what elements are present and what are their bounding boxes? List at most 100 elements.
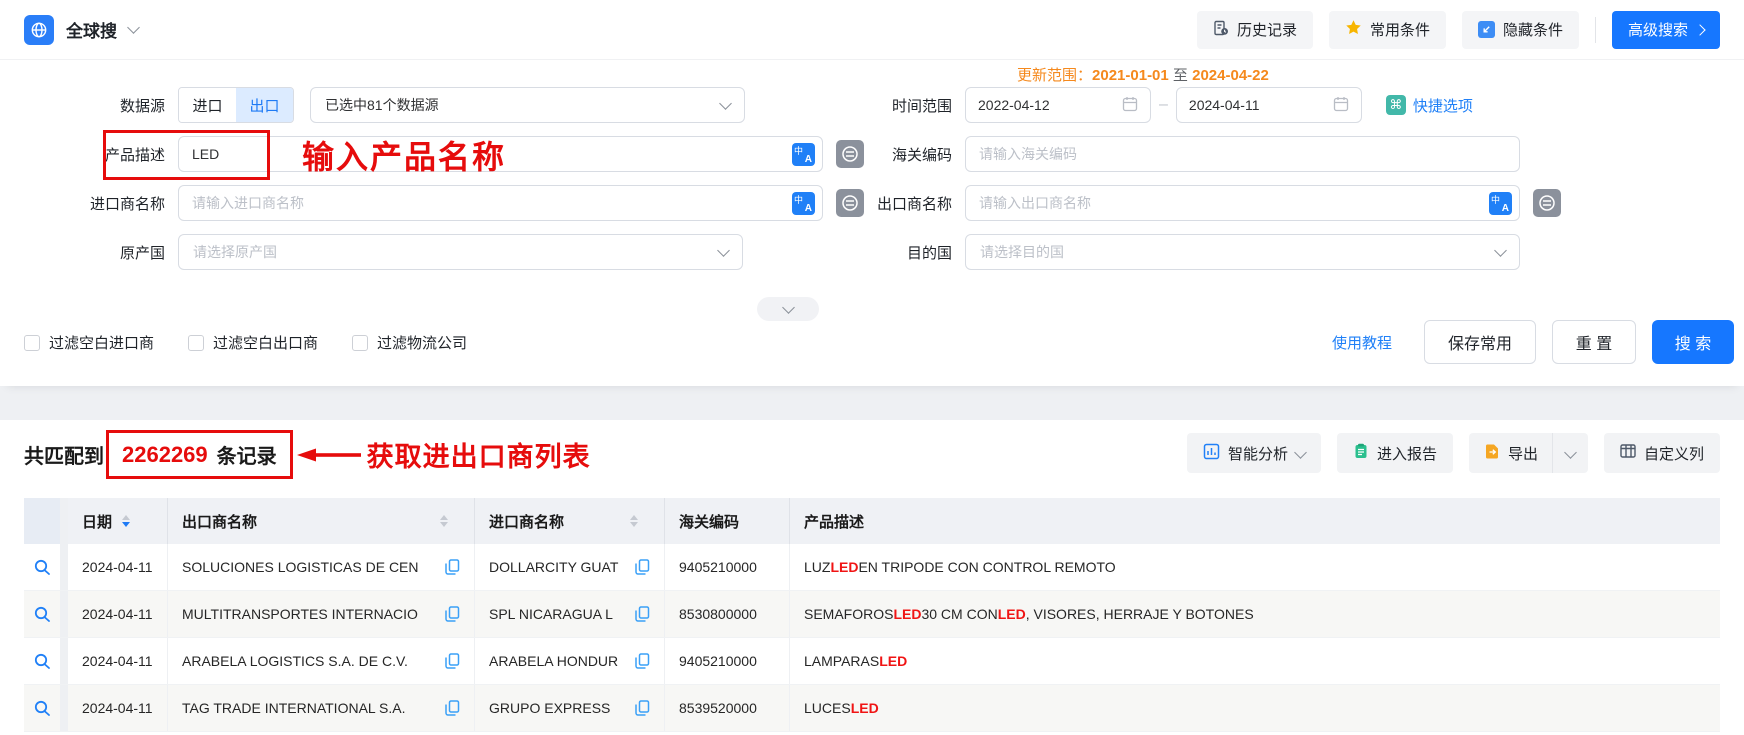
favorites-button[interactable]: 常用条件 [1329, 11, 1446, 49]
date-from-input[interactable]: 2022-04-12 [965, 87, 1151, 123]
enter-report-button[interactable]: 进入报告 [1337, 433, 1453, 473]
cell-date: 2024-04-11 [68, 638, 168, 684]
sort-icon[interactable] [122, 515, 130, 527]
export-split-button: 导出 [1469, 433, 1588, 473]
dest-country-label: 目的国 [793, 242, 965, 263]
bi-chart-icon [1203, 443, 1220, 464]
header-description: 产品描述 [790, 498, 1720, 544]
table-row: 2024-04-11MULTITRANSPORTES INTERNACIOSPL… [24, 591, 1720, 638]
header-date[interactable]: 日期 [68, 498, 168, 544]
translate-icon[interactable]: 中A [1489, 192, 1512, 215]
synonym-match-icon[interactable] [1533, 189, 1561, 217]
copy-icon[interactable] [635, 606, 650, 622]
advanced-search-button[interactable]: 高级搜索 [1612, 11, 1720, 49]
report-icon [1353, 443, 1369, 463]
sort-icon[interactable] [630, 515, 638, 527]
cell-importer: GRUPO EXPRESS [475, 685, 665, 731]
cell-hs-code: 9405210000 [665, 544, 790, 590]
header-action-column [24, 498, 68, 544]
copy-icon[interactable] [635, 700, 650, 716]
update-range: 更新范围：2021-01-01 至 2024-04-22 [1017, 64, 1269, 85]
export-button[interactable]: 导出 [1469, 443, 1552, 464]
calendar-icon [1333, 96, 1349, 115]
command-icon: ⌘ [1386, 95, 1406, 115]
chevron-down-icon [1294, 446, 1307, 459]
hs-code-label: 海关编码 [793, 144, 965, 165]
copy-icon[interactable] [635, 559, 650, 575]
collapse-icon [1478, 21, 1495, 38]
export-options-button[interactable] [1553, 450, 1588, 457]
datasource-label: 数据源 [0, 95, 178, 116]
date-range-dash: – [1159, 96, 1168, 114]
row-search-icon[interactable] [24, 544, 68, 590]
product-desc-label: 产品描述 [0, 144, 178, 165]
header-exporter[interactable]: 出口商名称 [168, 498, 475, 544]
chevron-down-icon[interactable] [127, 21, 140, 34]
filter-checkboxes: 过滤空白进口商 过滤空白出口商 过滤物流公司 [24, 332, 467, 353]
dest-country-select[interactable]: 请选择目的国 [965, 234, 1520, 270]
divider [1595, 17, 1596, 43]
search-button[interactable]: 搜 索 [1652, 320, 1734, 364]
star-icon [1345, 19, 1362, 40]
checkbox-icon [24, 335, 40, 351]
date-to-input[interactable]: 2024-04-11 [1176, 87, 1362, 123]
importer-label: 进口商名称 [0, 193, 178, 214]
copy-icon[interactable] [635, 653, 650, 669]
sort-icon[interactable] [440, 515, 448, 527]
row-search-icon[interactable] [24, 685, 68, 731]
cell-exporter: ARABELA LOGISTICS S.A. DE C.V. [168, 638, 475, 684]
chevron-right-icon [1694, 24, 1705, 35]
annotation-product-note: 输入产品名称 [302, 132, 506, 178]
cell-date: 2024-04-11 [68, 685, 168, 731]
cell-exporter: SOLUCIONES LOGISTICAS DE CEN [168, 544, 475, 590]
collapse-form-button[interactable] [757, 297, 819, 321]
importer-input[interactable] [178, 185, 823, 221]
checkbox-filter-logistics[interactable]: 过滤物流公司 [352, 332, 467, 353]
table-row: 2024-04-11SOLUCIONES LOGISTICAS DE CENDO… [24, 544, 1720, 591]
columns-icon [1620, 444, 1636, 462]
matched-count: 2262269 [122, 442, 208, 468]
copy-icon[interactable] [445, 653, 460, 669]
checkbox-filter-blank-exporter[interactable]: 过滤空白出口商 [188, 332, 318, 353]
exporter-input[interactable] [965, 185, 1520, 221]
cell-date: 2024-04-11 [68, 591, 168, 637]
history-icon [1213, 20, 1229, 40]
tutorial-link[interactable]: 使用教程 [1332, 332, 1392, 353]
origin-country-select[interactable]: 请选择原产国 [178, 234, 743, 270]
table-header: 日期 出口商名称 进口商名称 海关编码 产品描述 [24, 498, 1720, 544]
chevron-down-icon [1494, 244, 1507, 257]
datasource-select[interactable]: 已选中81个数据源 [310, 87, 745, 123]
cell-description: LAMPARAS LED [790, 638, 1720, 684]
calendar-icon [1122, 96, 1138, 115]
header-importer[interactable]: 进口商名称 [475, 498, 665, 544]
chevron-down-icon [717, 244, 730, 257]
copy-icon[interactable] [445, 606, 460, 622]
hide-conditions-button[interactable]: 隐藏条件 [1462, 11, 1579, 49]
export-icon [1485, 443, 1500, 463]
trade-type-toggle: 进口 出口 [178, 87, 294, 123]
cell-importer: SPL NICARAGUA L [475, 591, 665, 637]
table-row: 2024-04-11ARABELA LOGISTICS S.A. DE C.V.… [24, 638, 1720, 685]
annotation-arrow-icon [297, 446, 361, 464]
exporter-label: 出口商名称 [793, 193, 965, 214]
cell-exporter: TAG TRADE INTERNATIONAL S.A. [168, 685, 475, 731]
annotation-count-box: 2262269 条记录 [106, 430, 293, 479]
copy-icon[interactable] [445, 559, 460, 575]
copy-icon[interactable] [445, 700, 460, 716]
checkbox-filter-blank-importer[interactable]: 过滤空白进口商 [24, 332, 154, 353]
annotation-records-note: 获取进出口商列表 [367, 435, 591, 474]
row-search-icon[interactable] [24, 638, 68, 684]
save-favorite-button[interactable]: 保存常用 [1424, 320, 1536, 364]
import-toggle[interactable]: 进口 [179, 88, 236, 122]
hs-code-input[interactable] [965, 136, 1520, 172]
quick-options-button[interactable]: ⌘ 快捷选项 [1386, 95, 1473, 116]
smart-analysis-button[interactable]: 智能分析 [1187, 433, 1321, 473]
results-section: 共匹配到 2262269 条记录 获取进出口商列表 智能分析 [0, 420, 1744, 735]
row-search-icon[interactable] [24, 591, 68, 637]
custom-columns-button[interactable]: 自定义列 [1604, 433, 1720, 473]
history-button[interactable]: 历史记录 [1197, 11, 1313, 49]
export-toggle[interactable]: 出口 [236, 88, 293, 122]
reset-button[interactable]: 重 置 [1552, 320, 1636, 364]
chevron-down-icon [782, 301, 795, 314]
header-hs-code: 海关编码 [665, 498, 790, 544]
